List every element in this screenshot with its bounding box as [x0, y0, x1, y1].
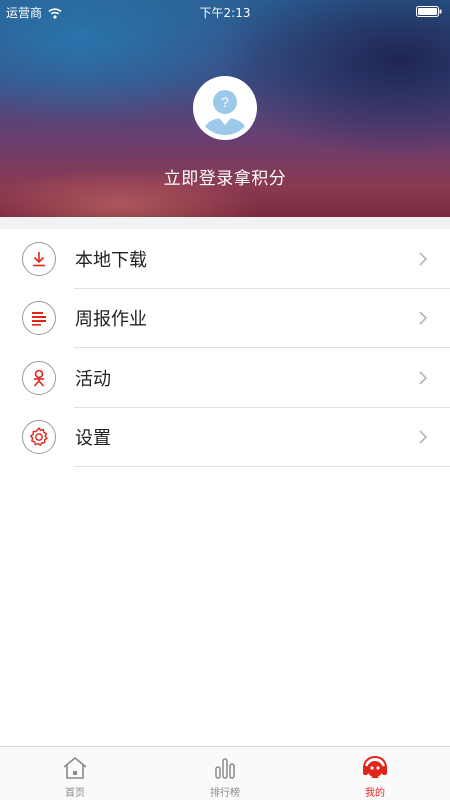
activity-icon [22, 360, 56, 395]
menu-item-activity[interactable]: 活动 [0, 348, 450, 408]
status-bar: 运营商 下午2:13 [0, 0, 450, 22]
tab-label: 我的 [365, 788, 385, 799]
profile-icon [363, 755, 387, 778]
section-gap [0, 217, 450, 229]
menu-item-label: 周报作业 [75, 309, 147, 331]
screen: 运营商 下午2:13 ? 立即登录拿积分 本地下载 周报作业 活动 设置 首页 … [0, 0, 450, 800]
profile-header: 运营商 下午2:13 ? 立即登录拿积分 [0, 0, 450, 217]
menu-item-label: 活动 [75, 368, 111, 390]
svg-text:?: ? [221, 94, 229, 110]
document-list-icon [22, 301, 56, 336]
menu-item-label: 本地下载 [75, 249, 147, 271]
chevron-right-icon [419, 252, 428, 266]
menu-list: 本地下载 周报作业 活动 设置 [0, 229, 450, 467]
tab-label: 首页 [65, 788, 85, 799]
menu-item-local-download[interactable]: 本地下载 [0, 229, 450, 289]
chevron-right-icon [419, 311, 428, 325]
avatar[interactable]: ? [193, 76, 257, 140]
tab-ranking[interactable]: 排行榜 [150, 747, 300, 800]
menu-item-label: 设置 [75, 428, 111, 450]
status-time: 下午2:13 [199, 6, 251, 20]
bar-chart-icon [215, 758, 235, 779]
tab-mine[interactable]: 我的 [300, 747, 450, 800]
tab-bar: 首页 排行榜 我的 [0, 746, 450, 800]
chevron-right-icon [419, 430, 428, 444]
divider [74, 466, 450, 467]
menu-item-settings[interactable]: 设置 [0, 408, 450, 467]
tab-label: 排行榜 [210, 788, 240, 799]
battery-icon [416, 6, 442, 17]
login-prompt[interactable]: 立即登录拿积分 [0, 164, 450, 189]
menu-item-weekly-report[interactable]: 周报作业 [0, 289, 450, 348]
tab-home[interactable]: 首页 [0, 747, 150, 800]
download-icon [22, 241, 56, 276]
default-avatar-icon: ? [198, 81, 252, 135]
home-icon [63, 757, 87, 779]
gear-icon [22, 420, 56, 455]
chevron-right-icon [419, 371, 428, 385]
